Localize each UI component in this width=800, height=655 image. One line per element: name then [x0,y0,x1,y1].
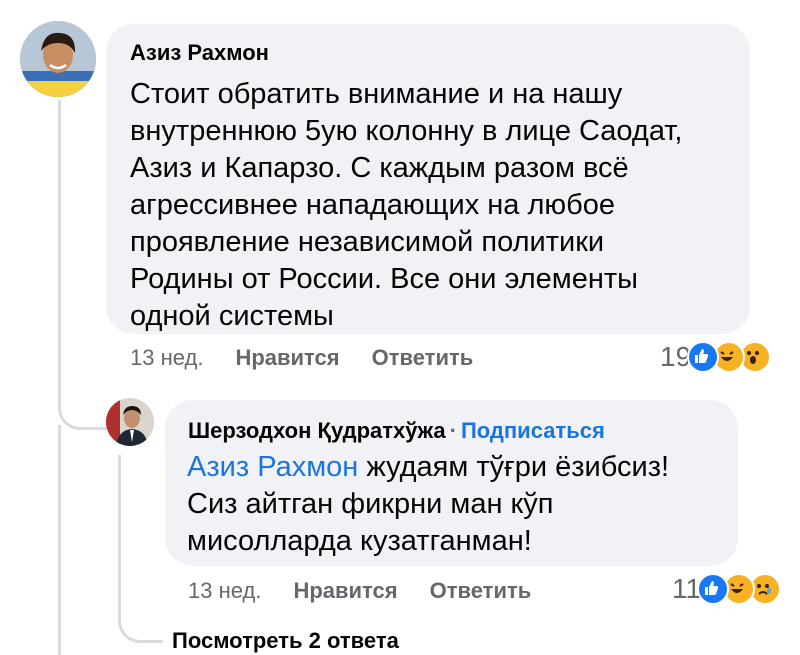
more-replies-connector [118,455,163,643]
comment-line: Азиз и Капарзо. С каждым разом всё [130,152,629,184]
comment-line: агрессивнее нападающих на любое [130,189,616,221]
reply-text: Азиз Рахмон жудаям тўғри ёзибсиз! Сиз ай… [187,449,732,560]
subscribe-button[interactable]: Подписаться [461,418,605,443]
thread-line [58,100,61,400]
reply-author-row: Шерзодхон Қудратхўжа · Подписаться [188,418,605,444]
reply-button[interactable]: Ответить [372,345,474,371]
reaction-summary[interactable]: 19 [660,341,772,373]
mention-link[interactable]: Азиз Рахмон [187,451,358,483]
reply-meta: 13 нед. Нравится Ответить [188,578,563,604]
comment-meta: 13 нед. Нравится Ответить [130,345,505,371]
reply-connector [58,395,111,430]
comment-line: Стоит обратить внимание и на нашу [130,78,623,110]
comment-text: Стоит обратить внимание и на нашу внутре… [130,76,740,335]
comment-line: проявление независимой политики [130,226,605,258]
like-button[interactable]: Нравится [293,578,397,604]
reply-author[interactable]: Шерзодхон Қудратхўжа [188,418,446,443]
like-button[interactable]: Нравится [235,345,339,371]
like-icon [697,573,730,605]
comment-line: Родины от России. Все они элементы [130,263,638,295]
avatar[interactable] [20,21,96,97]
reply-line: мисолларда кузатганман! [187,525,532,557]
comment-author[interactable]: Азиз Рахмон [130,40,269,66]
comment-timestamp[interactable]: 13 нед. [130,345,203,371]
separator: · [449,418,457,443]
view-replies-link[interactable]: Посмотреть 2 ответа [172,628,399,654]
thread-line [58,425,61,655]
reaction-summary[interactable]: 11 [672,573,782,605]
reply-timestamp[interactable]: 13 нед. [188,578,261,604]
like-icon [687,341,720,373]
comment-line: внутреннюю 5ую колонну в лице Саодат, [130,115,683,147]
comment-line: одной системы [130,300,334,332]
reply-line-text: жудаям тўғри ёзибсиз! [358,451,670,483]
comment-bubble: Азиз Рахмон Стоит обратить внимание и на… [106,24,750,334]
reply-line: Азиз Рахмон жудаям тўғри ёзибсиз! [187,449,732,486]
reply-button[interactable]: Ответить [430,578,532,604]
reply-bubble: Шерзодхон Қудратхўжа · Подписаться Азиз Ра… [165,400,738,566]
avatar[interactable] [106,398,154,446]
reply-line: Сиз айтган фикрни ман кўп [187,488,554,520]
